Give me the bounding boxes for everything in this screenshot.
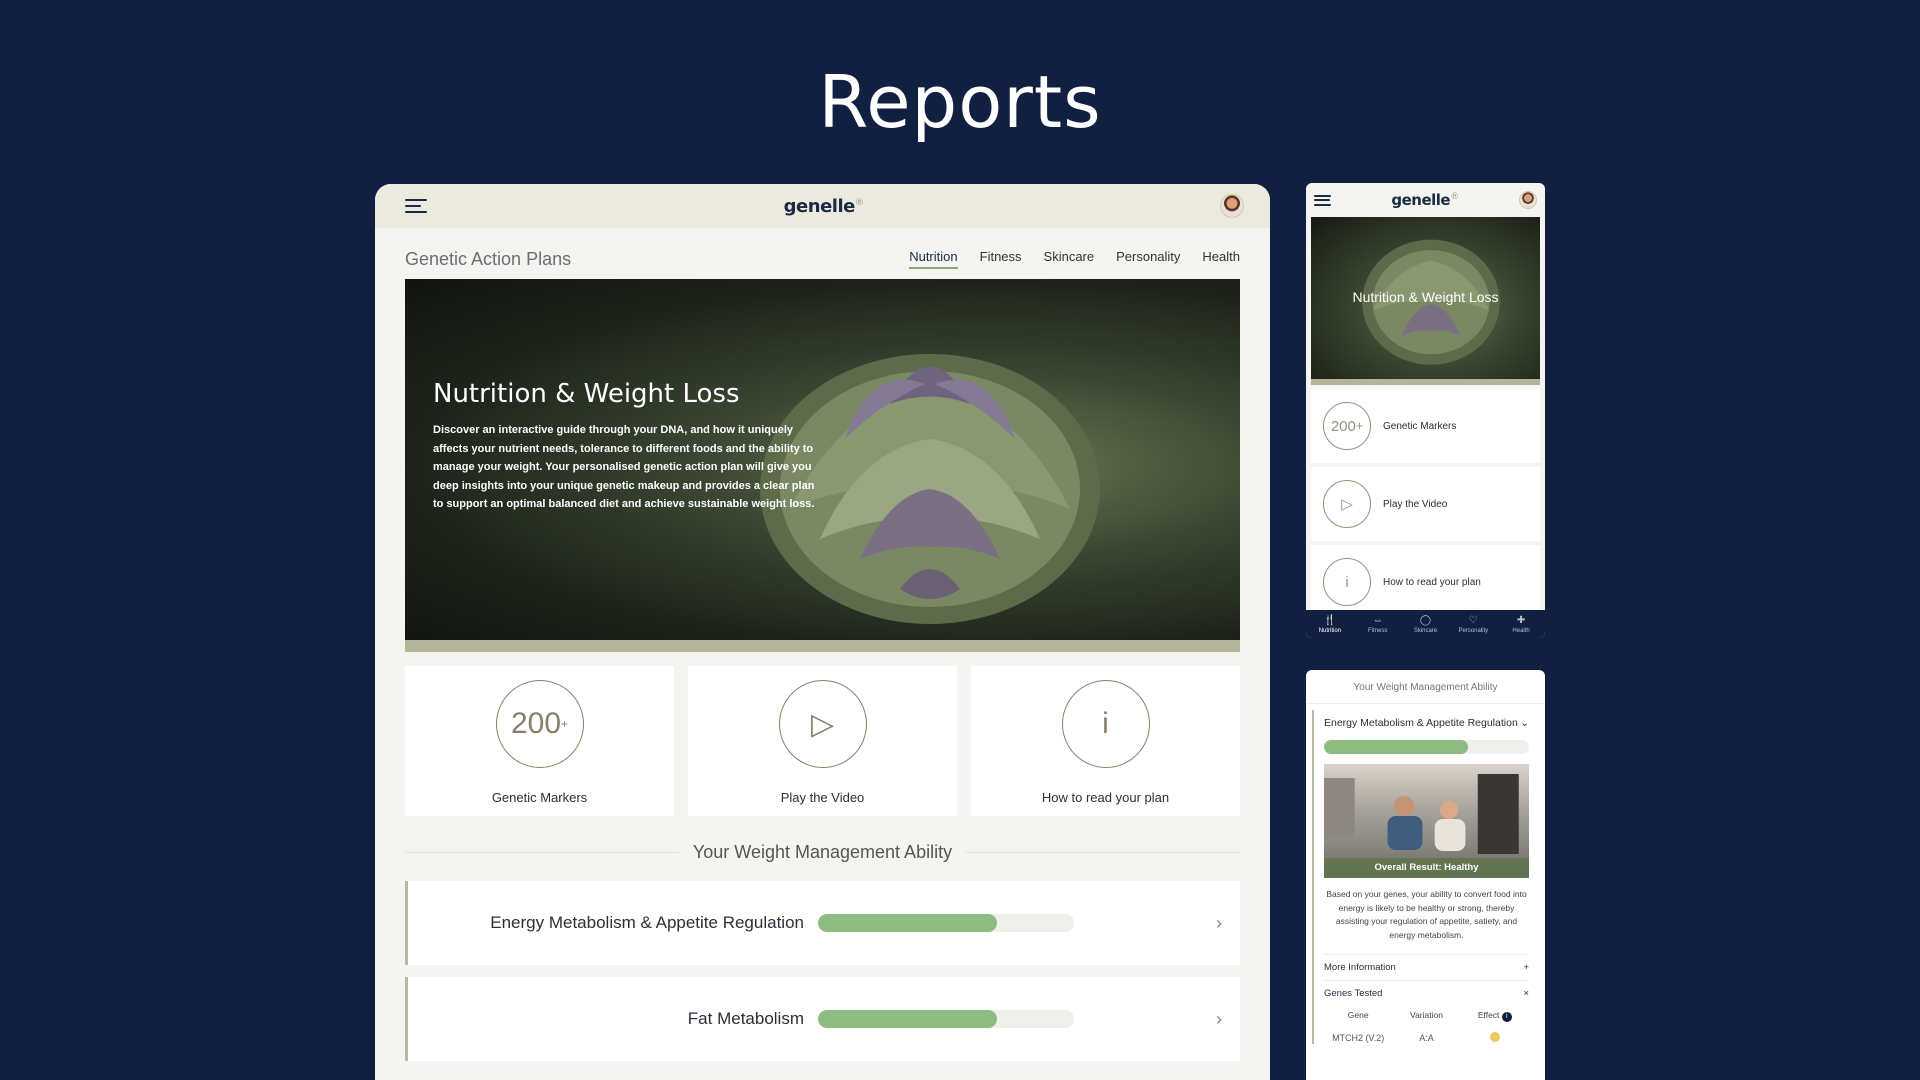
card-genetic-markers[interactable]: 200 + Genetic Markers xyxy=(405,666,674,816)
progress-bar xyxy=(818,1010,1074,1028)
play-icon: ▷ xyxy=(1323,480,1371,528)
desktop-mockup: genelle® Genetic Action Plans Nutrition … xyxy=(375,184,1270,1080)
item-label: Genetic Markers xyxy=(1383,420,1457,432)
list-item[interactable]: Fat Metabolism › xyxy=(405,977,1240,1061)
card-label: Play the Video xyxy=(780,790,865,805)
info-icon: i xyxy=(1323,558,1371,606)
info-icon: i xyxy=(1061,680,1150,768)
logo[interactable]: genelle® xyxy=(1391,191,1459,209)
tab-skincare[interactable]: Skincare xyxy=(1044,249,1095,269)
nav-health[interactable]: ✚ Health xyxy=(1497,610,1545,638)
mobile-top-bar: genelle® xyxy=(1306,183,1545,217)
plus-icon[interactable]: + xyxy=(1523,962,1529,973)
nav-personality[interactable]: ♡ Personality xyxy=(1449,610,1497,638)
menu-icon[interactable] xyxy=(1314,194,1331,206)
card-label: Genetic Markers xyxy=(491,790,588,805)
hero-banner: Nutrition & Weight Loss Discover an inte… xyxy=(405,279,1240,652)
mobile-item-genetic-markers[interactable]: 200 + Genetic Markers xyxy=(1311,389,1540,463)
detail-title-row[interactable]: Energy Metabolism & Appetite Regulation … xyxy=(1324,710,1529,730)
chevron-right-icon[interactable]: › xyxy=(1216,913,1222,934)
trophy-icon: ♡ xyxy=(1468,614,1478,626)
card-label: How to read your plan xyxy=(1041,790,1170,805)
top-bar: genelle® xyxy=(375,184,1270,228)
close-icon[interactable]: × xyxy=(1523,988,1529,999)
genes-table-header: Gene Variation Effect i xyxy=(1324,1006,1529,1032)
markers-200-icon: 200 + xyxy=(495,680,584,768)
dumbbell-icon: ⇔ xyxy=(1372,614,1383,626)
mobile-mockup-overview: genelle® Nutrition & Weight Loss 200 + Ge… xyxy=(1306,183,1545,638)
avatar[interactable] xyxy=(1219,194,1244,218)
section-title: Genetic Action Plans xyxy=(405,248,572,269)
item-label: How to read your plan xyxy=(1383,576,1481,588)
hero-description: Discover an interactive guide through yo… xyxy=(433,424,815,510)
mobile-item-read-plan[interactable]: i How to read your plan xyxy=(1311,545,1540,619)
category-tabs: Nutrition Fitness Skincare Personality H… xyxy=(909,249,1240,269)
hero-title: Nutrition & Weight Loss xyxy=(433,379,740,409)
fork-knife-icon: 🍴 xyxy=(1323,614,1337,626)
overall-result: Overall Result: Healthy xyxy=(1324,858,1529,878)
more-info-toggle[interactable]: More Information + xyxy=(1324,954,1529,980)
logo[interactable]: genelle® xyxy=(784,196,864,217)
weight-section-title: Your Weight Management Ability xyxy=(405,842,1240,863)
avatar[interactable] xyxy=(1518,191,1537,209)
mobile-item-play-video[interactable]: ▷ Play the Video xyxy=(1311,467,1540,541)
bottom-nav: 🍴 Nutrition ⇔ Fitness ◯ Skincare ♡ Personali… xyxy=(1306,610,1545,638)
card-read-plan[interactable]: i How to read your plan xyxy=(971,666,1240,816)
detail-header: Your Weight Management Ability xyxy=(1306,670,1545,704)
row-label: Fat Metabolism xyxy=(687,1009,804,1028)
card-play-video[interactable]: ▷ Play the Video xyxy=(688,666,957,816)
table-row: MTCH2 (V.2) A:A xyxy=(1324,1032,1529,1044)
tab-fitness[interactable]: Fitness xyxy=(980,249,1022,269)
mobile-mockup-detail: Your Weight Management Ability Energy Me… xyxy=(1306,670,1545,1080)
fitness-photo: Overall Result: Healthy xyxy=(1324,764,1529,878)
progress-bar xyxy=(1324,740,1529,754)
genes-tested-toggle[interactable]: Genes Tested × xyxy=(1324,980,1529,1006)
result-description: Based on your genes, your ability to con… xyxy=(1326,889,1527,940)
nav-nutrition[interactable]: 🍴 Nutrition xyxy=(1306,610,1354,638)
mobile-hero-title: Nutrition & Weight Loss xyxy=(1352,289,1499,305)
detail-title: Energy Metabolism & Appetite Regulation xyxy=(1324,717,1518,729)
nav-skincare[interactable]: ◯ Skincare xyxy=(1402,610,1450,638)
chevron-down-icon[interactable]: ⌄ xyxy=(1520,716,1529,730)
tab-nutrition[interactable]: Nutrition xyxy=(909,249,958,269)
progress-bar xyxy=(818,914,1074,932)
page-title: Reports xyxy=(818,60,1102,144)
list-item[interactable]: Energy Metabolism & Appetite Regulation … xyxy=(405,881,1240,965)
tab-personality[interactable]: Personality xyxy=(1116,249,1180,269)
action-cards: 200 + Genetic Markers ▷ Play the Video i … xyxy=(405,666,1240,816)
play-icon: ▷ xyxy=(778,680,867,768)
chevron-right-icon[interactable]: › xyxy=(1216,1009,1222,1030)
mobile-hero: Nutrition & Weight Loss xyxy=(1311,217,1540,385)
markers-200-icon: 200 + xyxy=(1323,402,1371,450)
item-label: Play the Video xyxy=(1383,498,1448,510)
info-icon[interactable]: i xyxy=(1501,1012,1512,1022)
menu-icon[interactable] xyxy=(405,199,427,213)
tab-health[interactable]: Health xyxy=(1202,249,1240,269)
effect-dot-icon xyxy=(1489,1032,1500,1042)
drop-icon: ◯ xyxy=(1419,614,1432,626)
row-label: Energy Metabolism & Appetite Regulation xyxy=(490,913,804,932)
nav-fitness[interactable]: ⇔ Fitness xyxy=(1354,610,1402,638)
health-icon: ✚ xyxy=(1516,614,1526,626)
